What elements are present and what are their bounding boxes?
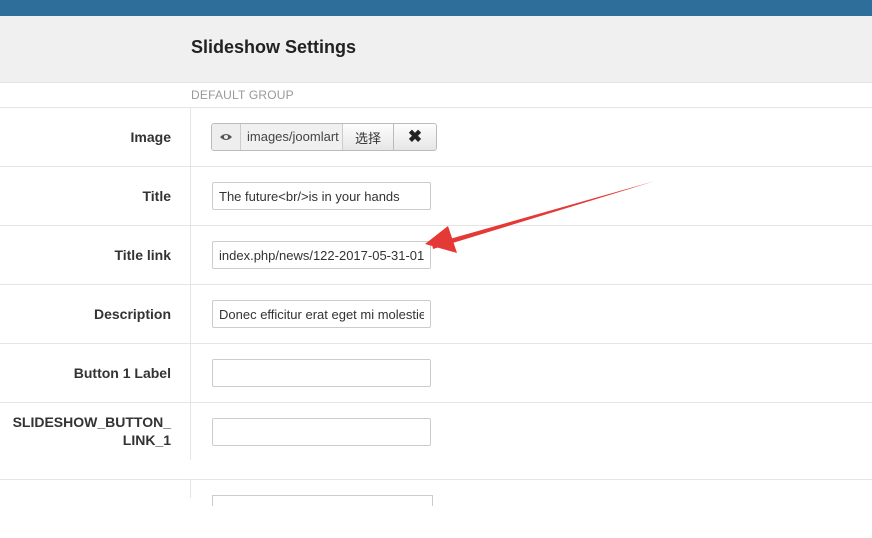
arrow-shaft [432,181,655,249]
arrow-head [425,226,457,253]
annotation-arrow [425,181,655,253]
